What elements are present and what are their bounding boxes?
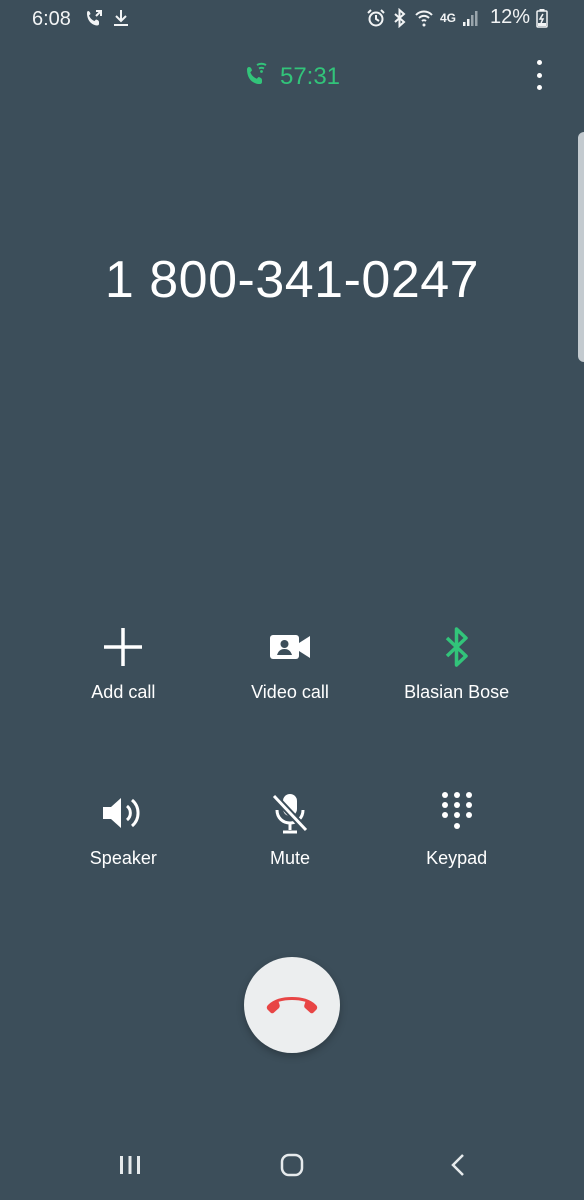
plus-icon [101,625,145,674]
keypad-button[interactable]: Keypad [373,790,540,869]
battery-charging-icon [536,8,548,28]
speaker-icon [101,795,145,836]
bluetooth-audio-button[interactable]: Blasian Bose [373,624,540,703]
battery-percent: 12% [489,6,530,28]
home-button[interactable] [272,1150,312,1184]
mute-label: Mute [269,848,310,868]
microphone-off-icon [270,792,310,839]
keypad-icon [440,791,474,840]
recent-apps-button[interactable] [110,1150,150,1184]
mute-button[interactable]: Mute [207,790,374,869]
call-timer: 57:31 [0,60,584,93]
status-bar: 6:08 4G 12% [0,0,584,38]
end-call-button[interactable] [244,957,340,1053]
bluetooth-device-label: Blasian Bose [404,682,510,702]
speaker-button[interactable]: Speaker [40,790,207,869]
recent-apps-icon [118,1154,142,1181]
call-controls-row-2: Speaker Mute Keypad [40,790,540,869]
video-camera-icon [269,632,311,667]
alarm-icon [366,8,386,28]
video-call-label: Video call [251,682,329,702]
download-icon [112,8,130,33]
bluetooth-status-icon [392,7,408,28]
add-call-button[interactable]: Add call [40,624,207,703]
home-icon [279,1152,305,1183]
keypad-label: Keypad [426,848,488,868]
lte-icon: 4G [439,10,456,25]
status-right-icons: 4G 12% [366,6,548,29]
back-button[interactable] [438,1150,478,1184]
call-forward-icon [84,8,104,33]
video-call-button[interactable]: Video call [207,624,374,703]
phone-hangup-icon [264,991,320,1020]
speaker-label: Speaker [89,848,157,868]
status-time: 6:08 [32,8,71,30]
more-options-icon[interactable] [532,60,546,90]
signal-icon [462,9,480,27]
navigation-bar [0,1130,584,1200]
edge-panel-handle[interactable] [578,132,584,362]
add-call-label: Add call [91,682,156,702]
call-controls-row-1: Add call Video call Blasian Bose [40,624,540,703]
wifi-call-icon [244,60,270,93]
wifi-calling-icon [414,8,434,28]
back-icon [448,1152,468,1183]
bluetooth-icon [442,626,472,673]
call-duration: 57:31 [279,62,341,90]
status-left-icons [84,8,130,33]
phone-number: 1 800-341-0247 [104,251,480,309]
